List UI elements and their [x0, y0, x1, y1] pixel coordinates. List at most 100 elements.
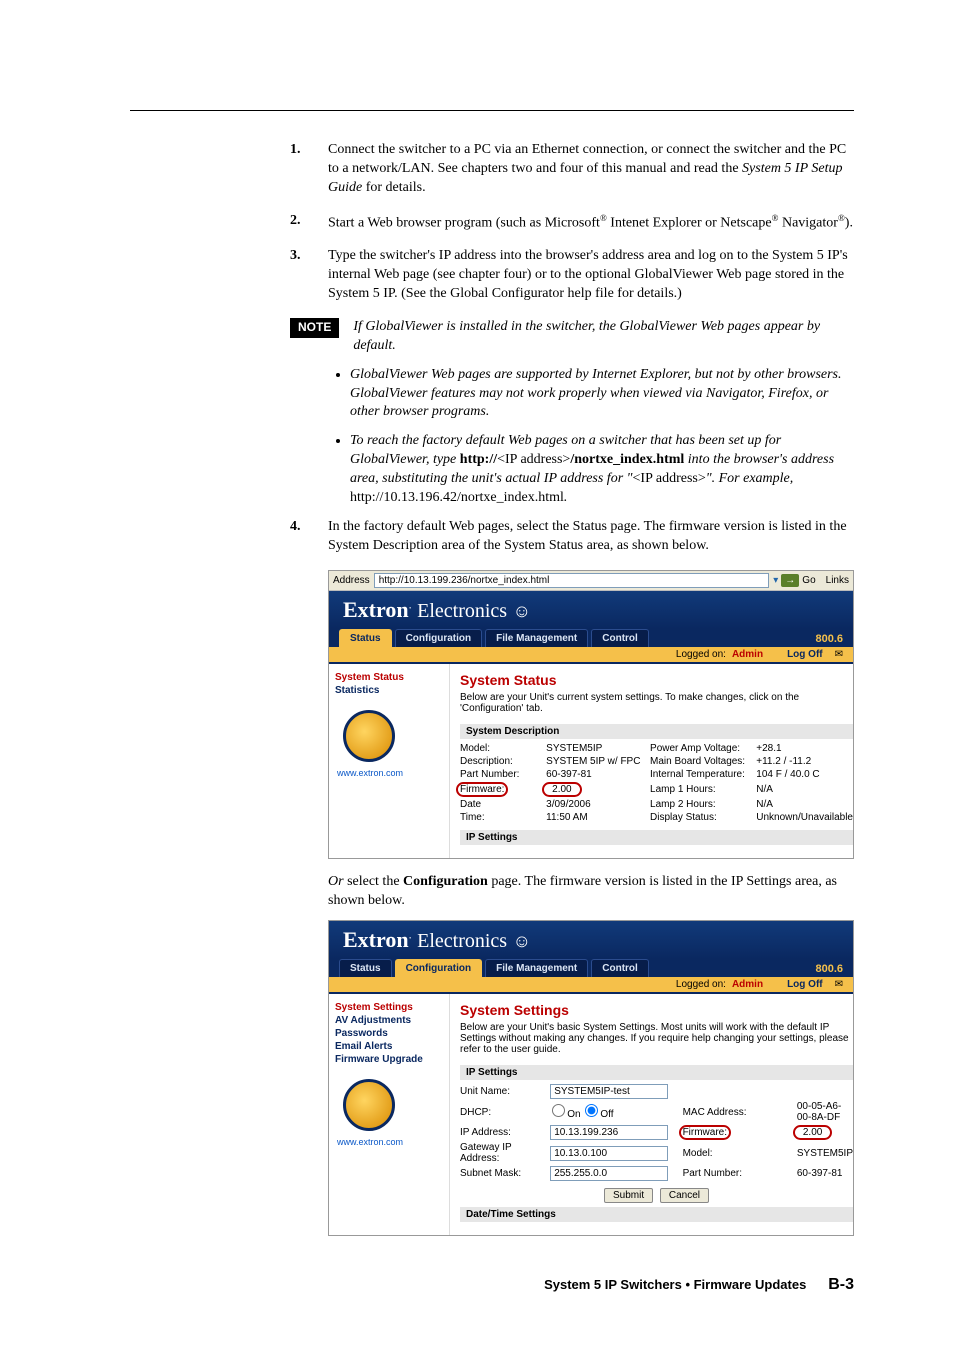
brand-bar: Extron. Electronics ☺	[329, 591, 853, 629]
settings-table: Unit Name: DHCP: On Off MAC Address: 00-…	[460, 1083, 853, 1182]
brand-bar-2: Extron. Electronics ☺	[329, 921, 853, 959]
k-sn: Subnet Mask:	[460, 1165, 550, 1182]
footer-page: B-3	[828, 1276, 854, 1293]
v-fw: 2.00	[542, 782, 581, 797]
sidebar-item-pass[interactable]: Passwords	[335, 1028, 443, 1039]
tab-config[interactable]: Configuration	[395, 629, 483, 647]
logoff-link-2[interactable]: Log Off	[787, 979, 823, 990]
sidebar-item-sys-settings[interactable]: System Settings	[335, 1002, 443, 1013]
brand-b: Electronics	[417, 600, 507, 622]
v-part: 60-397-81	[546, 768, 650, 781]
k-part: Part Number:	[460, 768, 546, 781]
sidebar-1: System Status Statistics www.extron.com	[329, 664, 450, 858]
k-fw2: Firmware:	[679, 1125, 731, 1140]
reg-1: ®	[600, 213, 607, 223]
submit-button[interactable]: Submit	[604, 1188, 653, 1203]
status-sec-desc: System Description	[460, 724, 853, 739]
p2-a: Or	[328, 874, 344, 889]
tab-status-2[interactable]: Status	[339, 959, 392, 977]
ip-input[interactable]	[550, 1125, 668, 1140]
logged-on-user-2: Admin	[732, 979, 763, 990]
nb2-b: http://	[460, 452, 497, 467]
brand-b2: Electronics	[417, 930, 507, 952]
v-time: 11:50 AM	[546, 811, 650, 824]
dhcp-off-radio[interactable]	[585, 1104, 598, 1117]
tab-file-2[interactable]: File Management	[485, 959, 588, 977]
v-l2: N/A	[756, 798, 853, 811]
step-4-text: In the factory default Web pages, select…	[328, 518, 854, 556]
v-disp: Unknown/Unavailable	[756, 811, 853, 824]
step-2d: ).	[845, 215, 853, 230]
sidebar-item-system-status[interactable]: System Status	[335, 672, 443, 683]
tab-control-2[interactable]: Control	[591, 959, 649, 977]
sn-input[interactable]	[550, 1166, 668, 1181]
logged-on-label: Logged on:	[676, 649, 726, 660]
k-mac: MAC Address:	[683, 1100, 797, 1124]
v-mac: 00-05-A6-00-8A-DF	[797, 1100, 853, 1124]
k-desc: Description:	[460, 755, 546, 768]
dhcp-off-label: Off	[600, 1109, 613, 1120]
status-sub: Below are your Unit's current system set…	[460, 692, 853, 714]
phone-2: 800.6	[815, 963, 843, 977]
v-fw2: 2.00	[793, 1125, 832, 1140]
logoff-link[interactable]: Log Off	[787, 649, 823, 660]
k-ip: IP Address:	[460, 1124, 550, 1141]
step-num-1: 1.	[290, 141, 328, 198]
sidebar-item-statistics[interactable]: Statistics	[335, 685, 443, 696]
reg-3: ®	[838, 213, 845, 223]
dhcp-on-radio[interactable]	[552, 1104, 565, 1117]
k-fw2-wrap: Firmware:	[683, 1124, 797, 1141]
nb2-d: /nortxe_index.html	[570, 452, 684, 467]
tab-status[interactable]: Status	[339, 629, 392, 647]
settings-sec-date: Date/Time Settings	[460, 1207, 853, 1222]
nb2-g: ". For example,	[706, 471, 794, 486]
tab-bar-1: Status Configuration File Management Con…	[329, 629, 853, 647]
sidebar-item-email[interactable]: Email Alerts	[335, 1041, 443, 1052]
status-table: Model:SYSTEM5IPPower Amp Voltage:+28.1 D…	[460, 742, 853, 824]
v-desc: SYSTEM 5IP w/ FPC	[546, 755, 650, 768]
tab-file[interactable]: File Management	[485, 629, 588, 647]
sidebar-item-fw[interactable]: Firmware Upgrade	[335, 1054, 443, 1065]
sidebar-url-1[interactable]: www.extron.com	[337, 768, 443, 778]
tab-config-2[interactable]: Configuration	[395, 959, 483, 977]
sidebar-2: System Settings AV Adjustments Passwords…	[329, 994, 450, 1235]
k-fw-wrap: Firmware:	[460, 781, 546, 798]
step-2a: Start a Web browser program (such as Mic…	[328, 215, 600, 230]
v-mbv: +11.2 / -11.2	[756, 755, 853, 768]
v-pav: +28.1	[756, 742, 853, 755]
step-num-3: 3.	[290, 247, 328, 304]
k-model2: Model:	[683, 1141, 797, 1165]
unit-input[interactable]	[550, 1084, 668, 1099]
screenshot-status: Address http://10.13.199.236/nortxe_inde…	[328, 570, 854, 859]
note-bullet-1: GlobalViewer Web pages are supported by …	[350, 366, 854, 423]
links-label: Links	[826, 575, 849, 586]
sidebar-item-av[interactable]: AV Adjustments	[335, 1015, 443, 1026]
step-2c: Navigator	[778, 215, 837, 230]
sidebar-logo-1	[343, 710, 395, 762]
step-3-text: Type the switcher's IP address into the …	[328, 247, 854, 304]
note-block: NOTE If GlobalViewer is installed in the…	[290, 318, 854, 356]
nb2-c: <IP address>	[497, 452, 570, 467]
k-unit: Unit Name:	[460, 1083, 550, 1100]
sidebar-url-2[interactable]: www.extron.com	[337, 1137, 443, 1147]
step-list-2: 4. In the factory default Web pages, sel…	[290, 518, 854, 556]
k-mbv: Main Board Voltages:	[650, 755, 756, 768]
dhcp-cell: On Off	[550, 1100, 682, 1124]
gw-input[interactable]	[550, 1146, 668, 1161]
tab-control[interactable]: Control	[591, 629, 649, 647]
mail-icon-2[interactable]: ✉	[835, 979, 843, 990]
address-bar: Address http://10.13.199.236/nortxe_inde…	[329, 571, 853, 591]
address-input[interactable]: http://10.13.199.236/nortxe_index.html	[374, 573, 770, 588]
mail-icon[interactable]: ✉	[835, 649, 843, 660]
cancel-button[interactable]: Cancel	[660, 1188, 709, 1203]
v-date: 3/09/2006	[546, 798, 650, 811]
note-bullet-2: To reach the factory default Web pages o…	[350, 432, 854, 508]
step-2-text: Start a Web browser program (such as Mic…	[328, 212, 854, 234]
btn-row: Submit Cancel	[460, 1182, 853, 1207]
p2-c: Configuration	[403, 874, 488, 889]
go-button[interactable]: →	[781, 574, 799, 587]
k-l2: Lamp 2 Hours:	[650, 798, 756, 811]
footer: System 5 IP Switchers • Firmware Updates…	[290, 1276, 854, 1294]
v-part2: 60-397-81	[797, 1165, 853, 1182]
note-lead: If GlobalViewer is installed in the swit…	[353, 318, 854, 356]
